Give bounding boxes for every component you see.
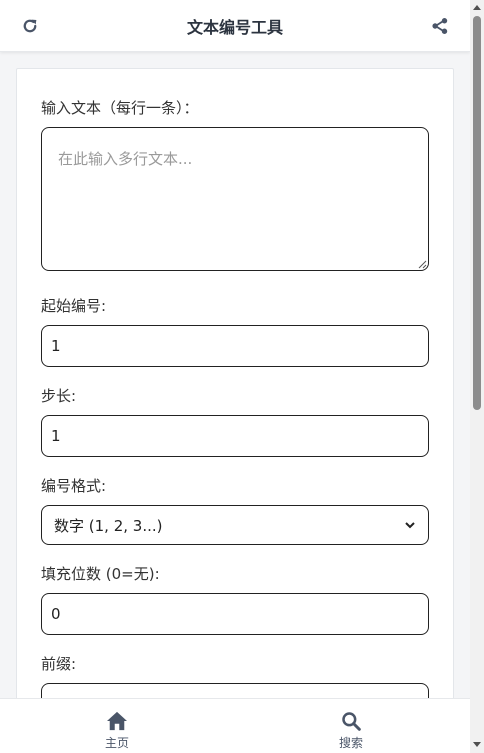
home-icon (107, 711, 127, 731)
scroll-up-icon[interactable] (473, 5, 481, 10)
search-icon (342, 712, 361, 731)
page-title: 文本编号工具 (186, 17, 283, 37)
scroll-down-icon[interactable] (473, 742, 481, 747)
text-input-label: 输入文本（每行一条）： (41, 99, 199, 117)
step-input[interactable] (41, 415, 429, 457)
format-select[interactable]: 数字 (1, 2, 3...) (41, 505, 429, 545)
bottom-nav: 主页 搜索 (0, 698, 470, 753)
scrollbar[interactable] (470, 0, 484, 753)
chevron-down-icon (405, 522, 415, 529)
start-number-input[interactable] (41, 325, 429, 367)
nav-search-label: 搜索 (338, 736, 363, 750)
refresh-icon (23, 19, 37, 33)
resize-grip-icon[interactable] (417, 259, 427, 269)
form-card: 输入文本（每行一条）： 起始编号: 步长: 编号格式: 数字 (1, 2, 3.… (16, 68, 454, 708)
prefix-label: 前缀: (41, 655, 77, 673)
format-select-value: 数字 (1, 2, 3...) (54, 516, 163, 535)
nav-home-label: 主页 (104, 736, 129, 750)
padding-input[interactable] (41, 593, 429, 635)
app-header: 文本编号工具 (0, 0, 470, 52)
step-label: 步长: (41, 387, 77, 405)
start-number-label: 起始编号: (41, 297, 107, 315)
refresh-button[interactable] (18, 14, 42, 38)
scroll-thumb[interactable] (473, 16, 481, 410)
format-label: 编号格式: (41, 477, 107, 495)
nav-search[interactable]: 搜索 (321, 711, 381, 751)
share-icon (432, 18, 448, 34)
padding-label: 填充位数 (0=无): (41, 565, 160, 583)
nav-home[interactable]: 主页 (87, 711, 147, 751)
text-input-area[interactable] (41, 127, 429, 271)
share-button[interactable] (428, 14, 452, 38)
